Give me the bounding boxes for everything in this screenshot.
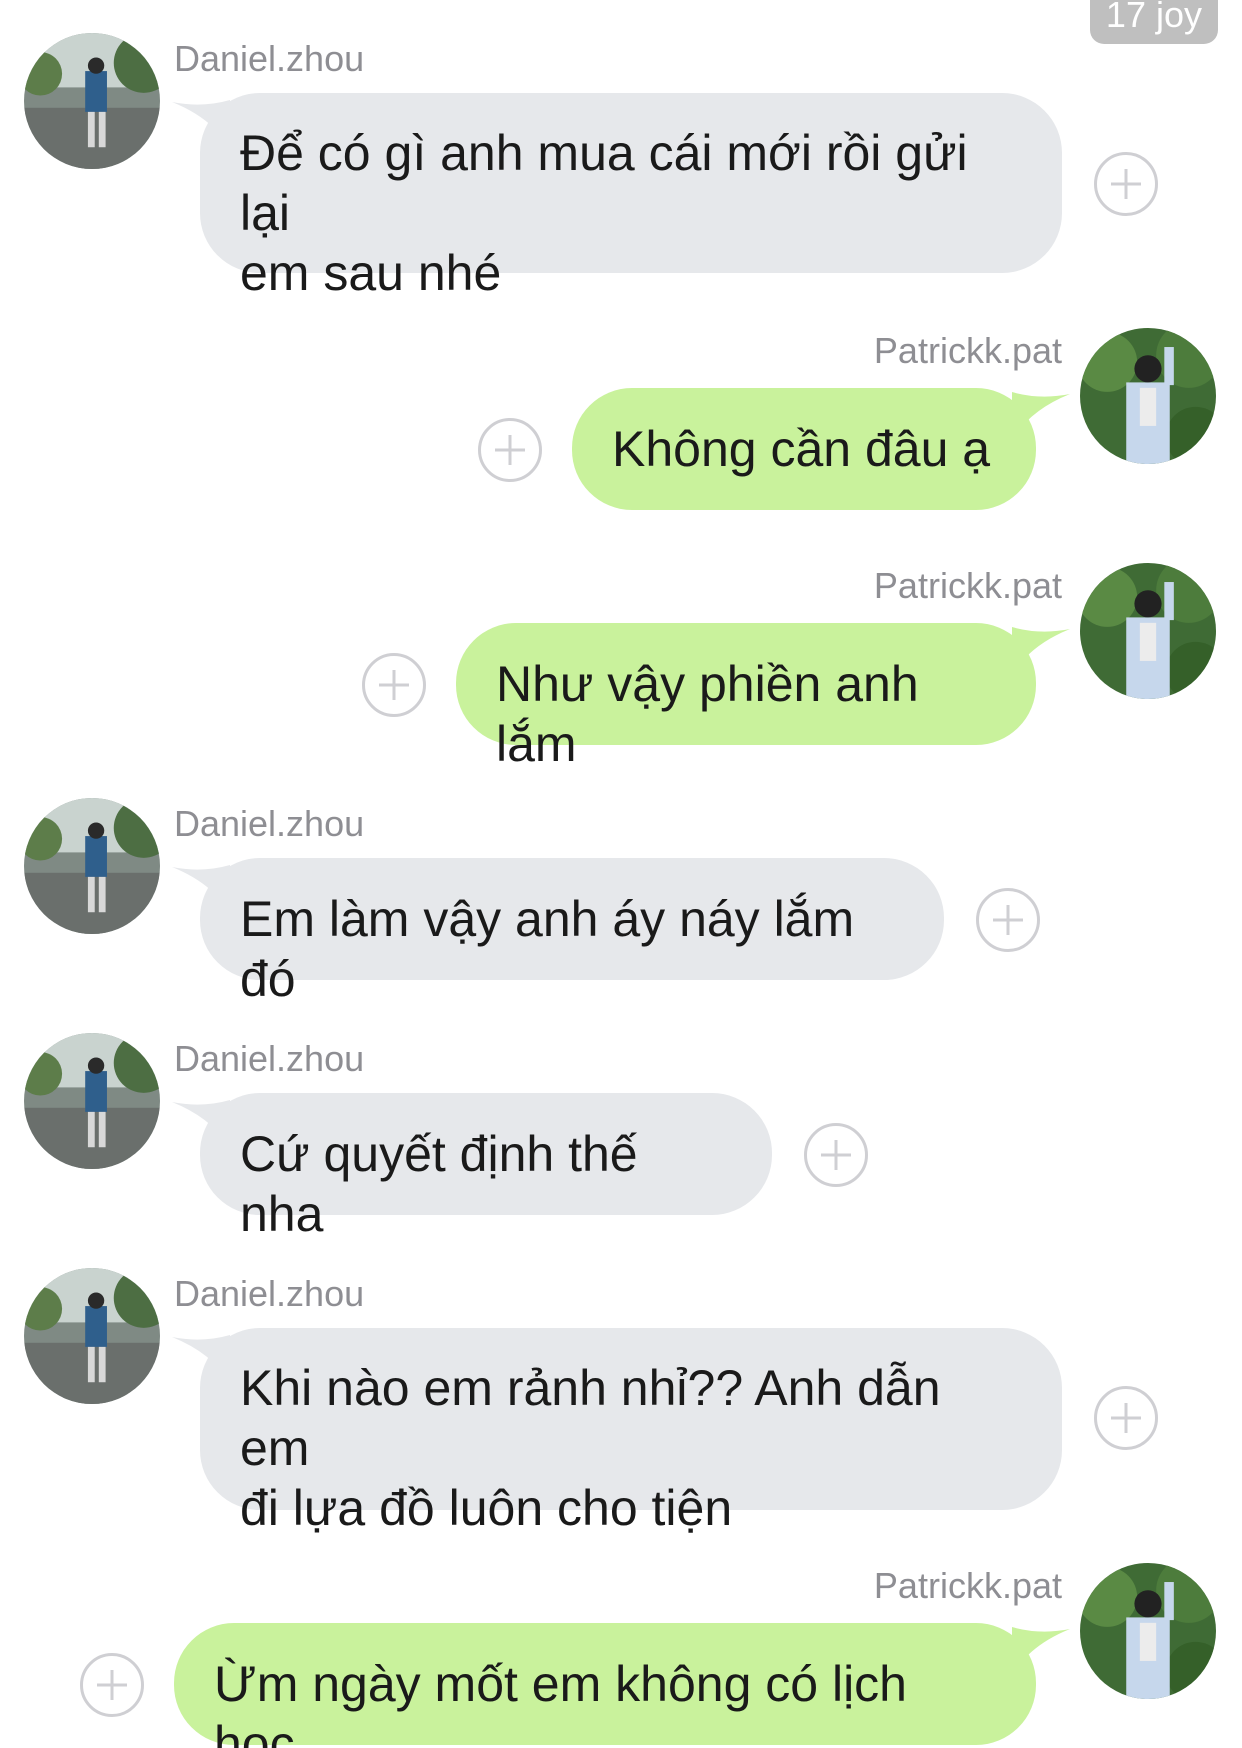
add-reaction-icon[interactable]: [478, 418, 542, 482]
avatar-daniel[interactable]: [24, 1268, 160, 1404]
sender-name: Daniel.zhou: [174, 1273, 365, 1314]
add-reaction-icon[interactable]: [804, 1123, 868, 1187]
avatar-patrick-photo: [1080, 328, 1216, 464]
avatar-daniel-photo: [24, 33, 160, 169]
add-reaction-icon[interactable]: [80, 1653, 144, 1717]
add-reaction-icon[interactable]: [1094, 152, 1158, 216]
message-bubble-outgoing[interactable]: Ừm ngày mốt em không có lịch học: [174, 1623, 1036, 1748]
message-text-line: Em làm vậy anh áy náy lắm đó: [240, 891, 855, 1007]
message-bubble-incoming[interactable]: Em làm vậy anh áy náy lắm đó: [200, 858, 944, 1007]
message-text-line: em sau nhé: [240, 245, 502, 301]
message-text-line: Không cần đâu ạ: [612, 421, 991, 477]
sender-name: Daniel.zhou: [174, 803, 365, 844]
avatar-daniel-photo: [24, 798, 160, 934]
watermark-badge: 17 joy: [1089, 0, 1218, 44]
message-text-line: Ừm ngày mốt em không có lịch học: [214, 1656, 907, 1748]
avatar-patrick-photo: [1080, 563, 1216, 699]
message-text-line: Cứ quyết định thế nha: [240, 1126, 638, 1242]
avatar-daniel-photo: [24, 1268, 160, 1404]
sender-name: Patrickk.pat: [873, 330, 1062, 371]
sender-name: Patrickk.pat: [873, 565, 1062, 606]
message-text-line: đi lựa đồ luôn cho tiện: [240, 1480, 733, 1536]
avatar-patrick[interactable]: [1080, 1563, 1216, 1699]
message-bubble-incoming[interactable]: Để có gì anh mua cái mới rồi gửi lại em …: [200, 93, 1062, 301]
avatar-patrick[interactable]: [1080, 328, 1216, 464]
sender-name: Daniel.zhou: [174, 38, 365, 79]
add-reaction-icon[interactable]: [1094, 1386, 1158, 1450]
message-bubble-outgoing[interactable]: Như vậy phiền anh lắm: [456, 623, 1036, 772]
message-bubble-incoming[interactable]: Cứ quyết định thế nha: [200, 1093, 772, 1242]
avatar-daniel[interactable]: [24, 798, 160, 934]
add-reaction-icon[interactable]: [976, 888, 1040, 952]
avatar-patrick-photo: [1080, 1563, 1216, 1699]
message-bubble-outgoing[interactable]: Không cần đâu ạ: [572, 388, 1036, 510]
avatar-daniel[interactable]: [24, 1033, 160, 1169]
sender-name: Daniel.zhou: [174, 1038, 365, 1079]
avatar-daniel-photo: [24, 1033, 160, 1169]
add-reaction-icon[interactable]: [362, 653, 426, 717]
message-text-line: Khi nào em rảnh nhỉ?? Anh dẫn em: [240, 1360, 941, 1476]
message-text-line: Để có gì anh mua cái mới rồi gửi lại: [240, 125, 968, 241]
sender-name: Patrickk.pat: [873, 1565, 1062, 1606]
message-bubble-incoming[interactable]: Khi nào em rảnh nhỉ?? Anh dẫn em đi lựa …: [200, 1328, 1062, 1536]
message-text-line: Như vậy phiền anh lắm: [496, 656, 919, 772]
avatar-daniel[interactable]: [24, 33, 160, 169]
avatar-patrick[interactable]: [1080, 563, 1216, 699]
